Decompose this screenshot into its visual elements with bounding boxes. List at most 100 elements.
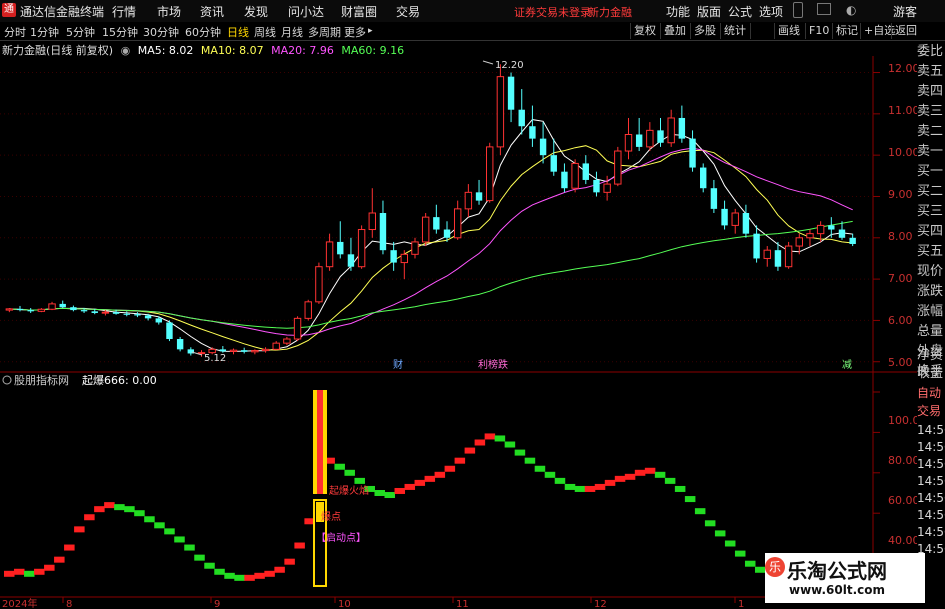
candle-body bbox=[689, 138, 696, 168]
side-auto[interactable]: 自动 bbox=[917, 384, 945, 401]
indicator-bar bbox=[544, 471, 556, 478]
candle-body bbox=[635, 134, 643, 147]
candle-body bbox=[700, 167, 707, 189]
event-mark-libang[interactable]: 利榜跌 bbox=[478, 358, 508, 371]
date-axis-label: 2024年 bbox=[2, 597, 37, 609]
indicator-bar bbox=[594, 483, 606, 490]
side-trade[interactable]: 交易 bbox=[917, 402, 945, 419]
candle-body bbox=[379, 213, 387, 251]
candle-body bbox=[507, 76, 515, 110]
indicator-bar bbox=[54, 556, 65, 563]
candle-body bbox=[678, 117, 686, 139]
candle-body bbox=[710, 188, 718, 209]
candle-body bbox=[357, 229, 366, 268]
side-sell2: 卖二 bbox=[917, 124, 944, 139]
indicator-bar bbox=[284, 558, 295, 565]
indicator-bar bbox=[654, 471, 666, 478]
candle-body bbox=[571, 162, 579, 189]
indicator-bar bbox=[494, 435, 506, 442]
date-axis-label: 12 bbox=[594, 599, 607, 609]
indicator-bar bbox=[374, 490, 385, 496]
candle-body bbox=[614, 150, 622, 185]
indicator-bar bbox=[704, 520, 716, 527]
indicator-bar bbox=[294, 542, 305, 549]
tick-time: 14:56 bbox=[917, 491, 945, 505]
candle-body bbox=[667, 117, 675, 144]
low-price-label: 5.12 bbox=[204, 353, 226, 364]
candle-body bbox=[657, 130, 664, 143]
candle-body bbox=[27, 310, 34, 312]
candle-body bbox=[144, 315, 152, 319]
candle-body bbox=[784, 245, 793, 268]
side-weibi: 委比 bbox=[917, 44, 944, 59]
indicator-bar bbox=[344, 469, 355, 476]
flame-label: 起爆火焰 bbox=[329, 484, 369, 497]
indicator-settings-icon[interactable] bbox=[2, 375, 12, 385]
chart-area[interactable]: 12.00 11.00 10.00 9.00 8.00 7.00 6.00 5.… bbox=[0, 0, 917, 609]
indicator-bar bbox=[464, 447, 476, 454]
indicator-bar bbox=[474, 439, 486, 446]
candle-body bbox=[721, 208, 728, 226]
indicator-bar bbox=[64, 544, 75, 551]
indicator-bar bbox=[144, 516, 155, 523]
tick-time: 14:56 bbox=[917, 525, 945, 539]
indicator-bar bbox=[714, 530, 726, 537]
ma20-line bbox=[9, 147, 853, 336]
candle-body bbox=[390, 250, 397, 263]
side-sell5: 卖五 bbox=[917, 64, 944, 79]
event-mark-cai[interactable]: 财 bbox=[393, 358, 403, 371]
price-axis-label: 5.00 bbox=[888, 356, 913, 369]
candle-body bbox=[593, 179, 600, 193]
date-axis-label: 11 bbox=[456, 599, 469, 609]
indicator-bar bbox=[694, 508, 706, 515]
date-axis-label: 9 bbox=[214, 599, 220, 609]
candle-body bbox=[529, 126, 536, 139]
tick-time: 14:56 bbox=[917, 457, 945, 471]
candle-body bbox=[582, 163, 589, 180]
side-volume: 总量 bbox=[917, 324, 944, 339]
indicator-name[interactable]: 股朋指标网 bbox=[14, 373, 69, 387]
indicator-bar bbox=[184, 544, 195, 551]
candle-body bbox=[849, 237, 856, 244]
tick-time: 14:56 bbox=[917, 440, 945, 454]
event-mark-jian[interactable]: 减 bbox=[842, 359, 852, 371]
date-axis-label: 8 bbox=[66, 599, 72, 609]
candle-body bbox=[283, 338, 291, 344]
candle-body bbox=[240, 350, 248, 352]
indicator-bar bbox=[684, 496, 696, 503]
candle-body bbox=[539, 138, 547, 156]
indicator-bar bbox=[274, 566, 285, 573]
candle-body bbox=[731, 212, 739, 226]
indicator-bar bbox=[94, 506, 105, 513]
side-buy5: 买五 bbox=[917, 244, 944, 259]
indicator-bar bbox=[394, 487, 406, 494]
tick-time: 14:56 bbox=[917, 423, 945, 437]
candle-body bbox=[315, 266, 323, 303]
candle-body bbox=[187, 349, 195, 354]
candle-body bbox=[123, 313, 130, 315]
candle-body bbox=[464, 191, 473, 210]
indicator-bar bbox=[564, 483, 576, 490]
candle-body bbox=[5, 308, 14, 311]
indicator-bar bbox=[664, 477, 676, 484]
indicator-bar bbox=[624, 473, 636, 480]
candle-body bbox=[828, 225, 835, 230]
candle-body bbox=[101, 311, 110, 314]
watermark-badge: 乐 乐淘公式网 www.60lt.com bbox=[765, 553, 925, 603]
indicator-axis-label: 60.00 bbox=[888, 494, 917, 507]
price-axis-label: 9.00 bbox=[888, 188, 913, 201]
indicator-bar bbox=[634, 469, 646, 476]
candle-body bbox=[603, 183, 611, 193]
tick-time: 14:56 bbox=[917, 474, 945, 488]
indicator-axis-label: 80.00 bbox=[888, 454, 917, 467]
ma10-line bbox=[9, 145, 853, 351]
candle-body bbox=[550, 155, 557, 172]
high-price-label: 12.20 bbox=[495, 60, 524, 71]
candle-body bbox=[16, 308, 24, 311]
indicator-bar bbox=[114, 504, 125, 511]
indicator-bar bbox=[404, 483, 416, 490]
side-change: 涨跌 bbox=[917, 284, 944, 299]
candle-body bbox=[251, 350, 259, 353]
side-price: 现价 bbox=[917, 264, 944, 279]
candle-body bbox=[443, 229, 451, 238]
